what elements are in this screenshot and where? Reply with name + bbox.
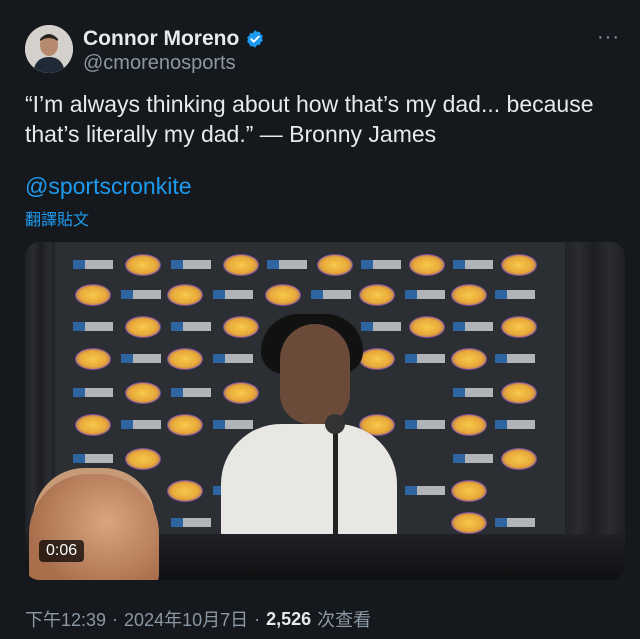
foreground-head [29,474,159,580]
translate-post-link[interactable]: 翻譯貼文 [25,206,89,230]
views-label: 次查看 [317,610,372,630]
more-options-icon[interactable]: ··· [597,26,620,49]
meta-separator: · [112,608,119,629]
author-avatar[interactable] [25,25,73,73]
video-duration-badge: 0:06 [39,540,85,562]
post-date[interactable]: 2024年10月7日 [124,606,248,632]
speaker-shirt [221,424,397,544]
tweet-text: “I’m always thinking about how that’s my… [25,91,594,147]
verified-badge-icon [247,30,264,48]
microphone-stand [333,424,338,534]
profile-photo-icon [25,25,73,73]
right-curtain [563,242,625,580]
microphone-icon [325,414,345,434]
video-player[interactable]: 0:06 [25,242,625,580]
views-count: 2,526 [266,608,312,629]
author-name-row[interactable]: Connor Moreno [83,27,265,51]
author-display-name[interactable]: Connor Moreno [83,27,239,51]
mention-link[interactable]: @sportscronkite [25,173,192,200]
meta-separator: · [254,608,261,629]
post-meta: 下午12:39 · 2024年10月7日 · 2,526 次查看 [25,606,371,632]
post-time[interactable]: 下午12:39 [25,606,106,632]
speaker-head [280,324,350,424]
author-handle[interactable]: @cmorenosports [83,52,236,75]
